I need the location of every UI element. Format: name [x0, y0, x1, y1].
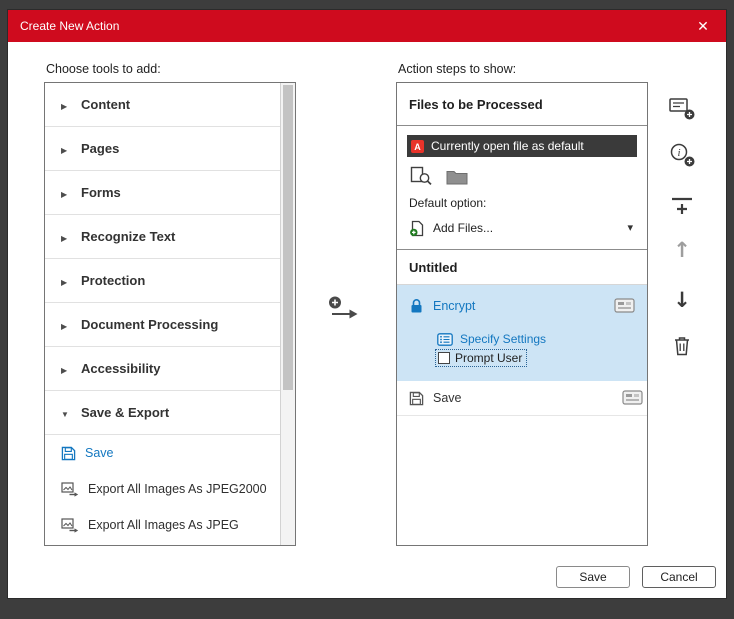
add-panel-icon — [669, 98, 695, 120]
preview-files-button[interactable] — [410, 166, 432, 190]
default-option-label: Default option: — [409, 196, 487, 210]
titlebar: Create New Action ✕ — [8, 10, 726, 42]
add-file-icon — [410, 220, 424, 236]
add-step-button[interactable] — [326, 294, 360, 322]
files-section: A Currently open file as default Default… — [397, 126, 647, 250]
file-buttons-row — [410, 166, 637, 190]
tools-panel: Content Pages Forms Recognize Text Prote… — [44, 82, 296, 546]
save-icon — [409, 391, 424, 405]
move-up-button[interactable]: ↑ — [663, 233, 701, 267]
add-files-button[interactable]: Add Files... ▾ — [407, 217, 637, 239]
add-divider-button[interactable] — [663, 188, 701, 222]
add-files-label: Add Files... — [433, 221, 494, 235]
tools-scrollbar[interactable] — [280, 83, 295, 545]
category-content[interactable]: Content — [45, 83, 280, 127]
category-recognize-text[interactable]: Recognize Text — [45, 215, 280, 259]
browse-folder-button[interactable] — [446, 168, 468, 190]
collapsed-arrow-icon — [61, 97, 71, 112]
category-label: Recognize Text — [81, 229, 176, 244]
magnify-document-icon — [410, 166, 432, 186]
category-label: Forms — [81, 185, 121, 200]
category-document-processing[interactable]: Document Processing — [45, 303, 280, 347]
scrollbar-thumb[interactable] — [283, 85, 293, 390]
current-file-label: Currently open file as default — [431, 139, 584, 153]
category-pages[interactable]: Pages — [45, 127, 280, 171]
cancel-button[interactable]: Cancel — [642, 566, 716, 588]
action-steps-label: Action steps to show: — [398, 62, 517, 76]
tool-save[interactable]: Save — [45, 435, 280, 471]
pdf-icon: A — [411, 139, 424, 153]
files-header: Files to be Processed — [397, 83, 647, 126]
add-instruction-button[interactable]: i — [663, 138, 701, 172]
encrypt-label: Encrypt — [433, 299, 476, 313]
step-encrypt[interactable]: Encrypt Specify Settings Prompt User — [397, 285, 647, 381]
category-label: Document Processing — [81, 317, 219, 332]
panel-options-icon — [622, 390, 643, 405]
expanded-arrow-icon — [61, 405, 71, 420]
panel-options-icon — [614, 298, 635, 313]
collapsed-arrow-icon — [61, 361, 71, 376]
dropdown-chevron-icon[interactable]: ▾ — [627, 221, 633, 234]
collapsed-arrow-icon — [61, 229, 71, 244]
save-step-label: Save — [433, 391, 462, 405]
category-accessibility[interactable]: Accessibility — [45, 347, 280, 391]
category-label: Save & Export — [81, 405, 170, 420]
save-icon — [61, 446, 76, 460]
category-label: Protection — [81, 273, 146, 288]
category-label: Content — [81, 97, 131, 112]
collapsed-arrow-icon — [61, 141, 71, 156]
tool-label: Export All Images As JPEG2000 — [88, 482, 267, 496]
folder-icon — [446, 171, 468, 185]
divider-plus-icon — [672, 197, 692, 214]
move-down-button[interactable]: ↓ — [663, 283, 701, 317]
category-protection[interactable]: Protection — [45, 259, 280, 303]
prompt-user-label: Prompt User — [455, 351, 523, 365]
steps-panel: Files to be Processed A Currently open f… — [396, 82, 648, 546]
collapsed-arrow-icon — [61, 273, 71, 288]
lock-icon — [411, 299, 422, 313]
export-image-icon — [61, 481, 79, 497]
category-forms[interactable]: Forms — [45, 171, 280, 215]
current-file-option[interactable]: A Currently open file as default — [407, 135, 637, 157]
collapsed-arrow-icon — [61, 317, 71, 332]
up-arrow-icon: ↑ — [673, 238, 691, 262]
collapsed-arrow-icon — [61, 185, 71, 200]
specify-settings-link[interactable]: Specify Settings — [437, 332, 639, 346]
trash-icon — [675, 336, 689, 355]
window-title: Create New Action — [20, 19, 120, 33]
prompt-user-control[interactable]: Prompt User — [434, 349, 528, 367]
category-label: Accessibility — [81, 361, 161, 376]
untitled-label: Untitled — [397, 250, 647, 285]
prompt-user-checkbox[interactable] — [438, 352, 450, 364]
category-label: Pages — [81, 141, 120, 156]
step-save[interactable]: Save — [397, 381, 647, 416]
tool-export-jpeg[interactable]: Export All Images As JPEG — [45, 507, 280, 543]
tool-label: Save — [85, 446, 114, 460]
down-arrow-icon: ↓ — [673, 288, 691, 312]
step-options-button[interactable] — [622, 390, 643, 408]
step-options-button[interactable] — [614, 298, 635, 318]
svg-text:A: A — [414, 141, 421, 151]
category-save-export[interactable]: Save & Export — [45, 391, 280, 435]
specify-settings-label: Specify Settings — [460, 332, 547, 346]
dialog-body: Choose tools to add: Action steps to sho… — [8, 42, 726, 598]
save-button[interactable]: Save — [556, 566, 630, 588]
export-image-icon — [61, 517, 79, 533]
arrow-plus-icon — [329, 296, 358, 319]
tool-label: Export All Images As JPEG — [88, 518, 239, 532]
svg-text:i: i — [677, 147, 680, 159]
info-plus-icon: i — [670, 143, 695, 167]
create-new-action-dialog: Create New Action ✕ Choose tools to add:… — [8, 10, 726, 598]
add-panel-button[interactable] — [663, 91, 701, 125]
encrypt-row[interactable]: Encrypt — [409, 297, 639, 315]
list-settings-icon — [437, 332, 453, 346]
tools-list: Content Pages Forms Recognize Text Prote… — [45, 83, 280, 545]
close-icon: ✕ — [697, 17, 709, 34]
tool-export-jpeg2000[interactable]: Export All Images As JPEG2000 — [45, 471, 280, 507]
choose-tools-label: Choose tools to add: — [46, 62, 161, 76]
close-button[interactable]: ✕ — [680, 10, 726, 42]
screen: { "window": { "title": "Create New Actio… — [0, 0, 734, 619]
delete-step-button[interactable] — [663, 328, 701, 362]
